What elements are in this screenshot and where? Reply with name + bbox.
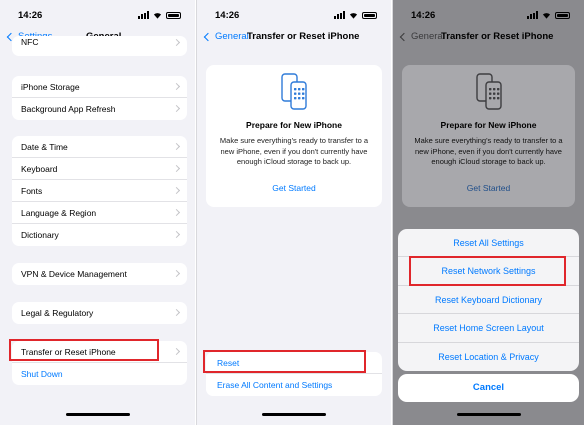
home-indicator	[262, 413, 326, 416]
settings-row-fonts[interactable]: Fonts	[12, 180, 187, 202]
highlight-box-reset	[203, 350, 366, 373]
settings-row-nfc[interactable]: NFC	[12, 36, 187, 52]
card-description: Make sure everything's ready to transfer…	[414, 136, 563, 166]
chevron-right-icon	[172, 269, 181, 278]
reset-action-sheet: Reset All Settings Reset Network Setting…	[398, 229, 579, 371]
highlight-box-transfer-reset	[9, 339, 159, 361]
row-label: iPhone Storage	[21, 82, 80, 92]
row-label: NFC	[21, 37, 39, 47]
status-time: 14:26	[411, 10, 436, 21]
row-label: Dictionary	[21, 230, 59, 240]
settings-group-connectivity: NFC	[12, 36, 187, 56]
chevron-right-icon	[172, 308, 181, 317]
settings-row-legal-regulatory[interactable]: Legal & Regulatory	[12, 302, 187, 324]
wifi-icon	[153, 13, 162, 19]
reset-options-screen: 14:26 General Transfer or Reset iPhone P…	[392, 0, 584, 425]
chevron-left-icon	[203, 32, 213, 41]
chevron-right-icon	[172, 208, 181, 217]
cancel-button[interactable]: Cancel	[398, 374, 579, 402]
wifi-icon	[349, 13, 358, 19]
row-label: Fonts	[21, 186, 43, 196]
erase-all-content-button[interactable]: Erase All Content and Settings	[206, 374, 382, 396]
wifi-icon	[542, 13, 551, 19]
general-settings-screen: 14:26 Settings General NFC iPhone Storag…	[0, 0, 195, 425]
cellular-signal-icon	[138, 11, 149, 19]
settings-group-storage: iPhone Storage Background App Refresh	[12, 76, 187, 120]
card-title: Prepare for New iPhone	[440, 120, 537, 130]
chevron-right-icon	[172, 186, 181, 195]
get-started-button[interactable]: Get Started	[206, 183, 382, 193]
back-label: General	[215, 31, 249, 42]
highlight-box-reset-network	[409, 256, 566, 286]
tutorial-composite: 14:26 Settings General NFC iPhone Storag…	[0, 0, 584, 425]
navigation-bar: General Transfer or Reset iPhone	[197, 30, 391, 46]
row-label: Background App Refresh	[21, 104, 116, 114]
chevron-right-icon	[172, 164, 181, 173]
shut-down-button[interactable]: Shut Down	[12, 363, 187, 385]
row-label: Legal & Regulatory	[21, 308, 94, 318]
get-started-button[interactable]: Get Started	[402, 183, 575, 193]
back-button[interactable]: General	[399, 31, 445, 42]
card-description: Make sure everything's ready to transfer…	[219, 136, 369, 166]
status-icons	[138, 11, 181, 19]
reset-all-settings-button[interactable]: Reset All Settings	[398, 229, 579, 258]
settings-group-vpn: VPN & Device Management	[12, 263, 187, 285]
card-title: Prepare for New iPhone	[246, 120, 342, 130]
page-title: Transfer or Reset iPhone	[247, 31, 360, 42]
settings-group-locale: Date & Time Keyboard Fonts Language & Re…	[12, 136, 187, 246]
two-phones-icon	[475, 73, 502, 110]
status-icons	[527, 11, 570, 19]
chevron-right-icon	[172, 347, 181, 356]
chevron-right-icon	[172, 82, 181, 91]
settings-row-vpn-device-management[interactable]: VPN & Device Management	[12, 263, 187, 285]
settings-group-legal: Legal & Regulatory	[12, 302, 187, 324]
prepare-new-iphone-card: Prepare for New iPhone Make sure everyth…	[206, 65, 382, 207]
chevron-left-icon	[399, 32, 409, 41]
settings-row-language-region[interactable]: Language & Region	[12, 202, 187, 224]
settings-row-iphone-storage[interactable]: iPhone Storage	[12, 76, 187, 98]
settings-row-keyboard[interactable]: Keyboard	[12, 158, 187, 180]
chevron-right-icon	[172, 104, 181, 113]
status-icons	[334, 11, 377, 19]
two-phones-icon	[281, 73, 307, 110]
settings-row-dictionary[interactable]: Dictionary	[12, 224, 187, 246]
home-indicator	[65, 413, 130, 416]
chevron-right-icon	[172, 230, 181, 239]
cellular-signal-icon	[527, 11, 538, 19]
reset-keyboard-dictionary-button[interactable]: Reset Keyboard Dictionary	[398, 286, 579, 315]
reset-home-screen-layout-button[interactable]: Reset Home Screen Layout	[398, 314, 579, 343]
page-title: Transfer or Reset iPhone	[441, 31, 554, 42]
status-bar: 14:26	[411, 10, 570, 22]
battery-icon	[362, 11, 377, 19]
navigation-bar: General Transfer or Reset iPhone	[393, 30, 584, 46]
transfer-reset-screen: 14:26 General Transfer or Reset iPhone P…	[196, 0, 391, 425]
back-button[interactable]: General	[203, 31, 249, 42]
chevron-right-icon	[172, 38, 181, 47]
status-bar: 14:26	[215, 10, 377, 22]
row-label: Date & Time	[21, 142, 68, 152]
settings-row-date-time[interactable]: Date & Time	[12, 136, 187, 158]
settings-row-background-app-refresh[interactable]: Background App Refresh	[12, 98, 187, 120]
reset-location-privacy-button[interactable]: Reset Location & Privacy	[398, 343, 579, 371]
chevron-right-icon	[172, 142, 181, 151]
cellular-signal-icon	[334, 11, 345, 19]
status-time: 14:26	[215, 10, 240, 21]
row-label: VPN & Device Management	[21, 269, 127, 279]
row-label: Keyboard	[21, 164, 58, 174]
prepare-new-iphone-card: Prepare for New iPhone Make sure everyth…	[402, 65, 575, 207]
home-indicator	[456, 413, 521, 416]
status-time: 14:26	[18, 10, 43, 21]
back-label: General	[411, 31, 445, 42]
battery-icon	[166, 11, 181, 19]
battery-icon	[555, 11, 570, 19]
row-label: Shut Down	[21, 369, 63, 379]
row-label: Language & Region	[21, 208, 97, 218]
status-bar: 14:26	[18, 10, 181, 22]
